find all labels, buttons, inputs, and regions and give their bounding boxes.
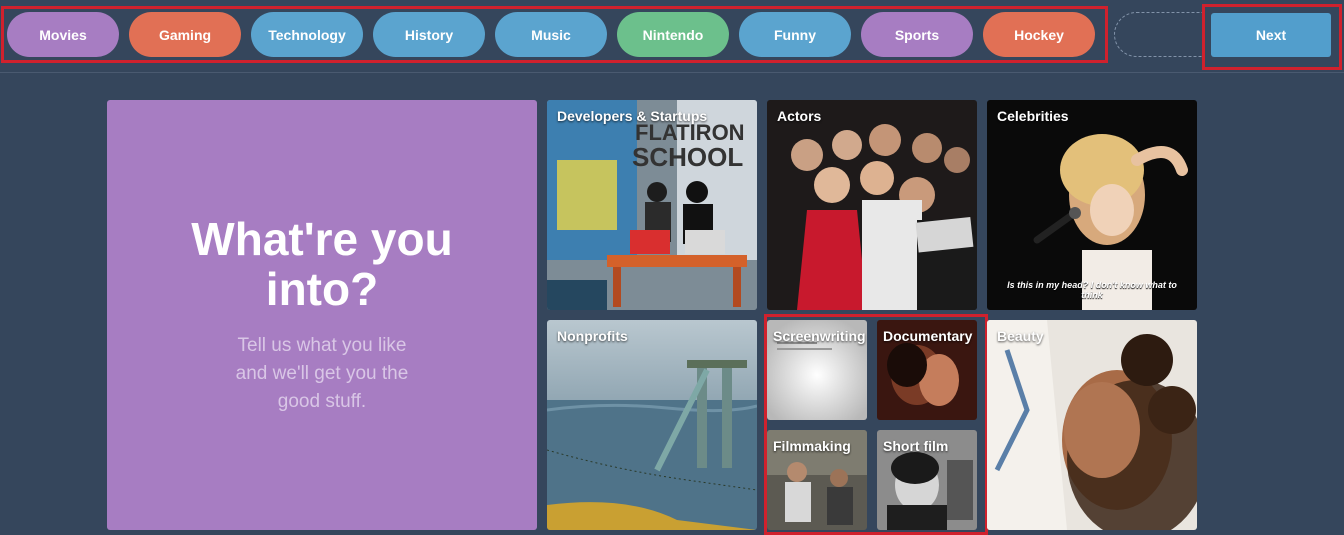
tile-label: Short film: [883, 438, 949, 454]
tile-label: Celebrities: [997, 108, 1069, 124]
intro-title: What're you into?: [191, 213, 453, 315]
tile-label: Beauty: [997, 328, 1044, 344]
svg-text:SCHOOL: SCHOOL: [632, 142, 743, 172]
tag-hockey[interactable]: Hockey: [983, 12, 1095, 57]
tile-label: Developers & Startups: [557, 108, 708, 124]
tile-short-film[interactable]: Short film: [877, 430, 977, 530]
celebrities-caption: Is this in my head? I don't know what to…: [1007, 280, 1177, 300]
tag-technology[interactable]: Technology: [251, 12, 363, 57]
next-button[interactable]: Next: [1211, 13, 1331, 57]
tile-nonprofits[interactable]: Nonprofits: [547, 320, 757, 530]
nonprofits-image: [547, 320, 757, 530]
tag-funny[interactable]: Funny: [739, 12, 851, 57]
tag-nintendo[interactable]: Nintendo: [617, 12, 729, 57]
developers-image: FLATIRON SCHOOL: [547, 100, 757, 310]
tag-bar: Movies Gaming Technology History Music N…: [0, 0, 1344, 73]
intro-card: What're you into? Tell us what you like …: [107, 100, 537, 530]
tag-list: Movies Gaming Technology History Music N…: [7, 12, 1095, 57]
tag-movies[interactable]: Movies: [7, 12, 119, 57]
tile-developers-startups[interactable]: FLATIRON SCHOOL Developers & Startups: [547, 100, 757, 310]
tag-history[interactable]: History: [373, 12, 485, 57]
tile-label: Documentary: [883, 328, 973, 344]
tile-beauty[interactable]: Beauty: [987, 320, 1197, 530]
tile-celebrities[interactable]: Celebrities Is this in my head? I don't …: [987, 100, 1197, 310]
tile-actors[interactable]: Actors: [767, 100, 977, 310]
tile-documentary[interactable]: Documentary: [877, 320, 977, 420]
tile-label: Actors: [777, 108, 822, 124]
celebrities-image: [987, 100, 1197, 310]
tag-sports[interactable]: Sports: [861, 12, 973, 57]
beauty-image: [987, 320, 1197, 530]
tile-label: Screenwriting: [773, 328, 866, 344]
tag-gaming[interactable]: Gaming: [129, 12, 241, 57]
tile-filmmaking[interactable]: Filmmaking: [767, 430, 867, 530]
tile-screenwriting[interactable]: Screenwriting: [767, 320, 867, 420]
tag-music[interactable]: Music: [495, 12, 607, 57]
tag-placeholder: [1114, 12, 1204, 57]
tile-label: Nonprofits: [557, 328, 628, 344]
tile-label: Filmmaking: [773, 438, 851, 454]
intro-subtitle: Tell us what you like and we'll get you …: [235, 335, 409, 412]
actors-image: [767, 100, 977, 310]
